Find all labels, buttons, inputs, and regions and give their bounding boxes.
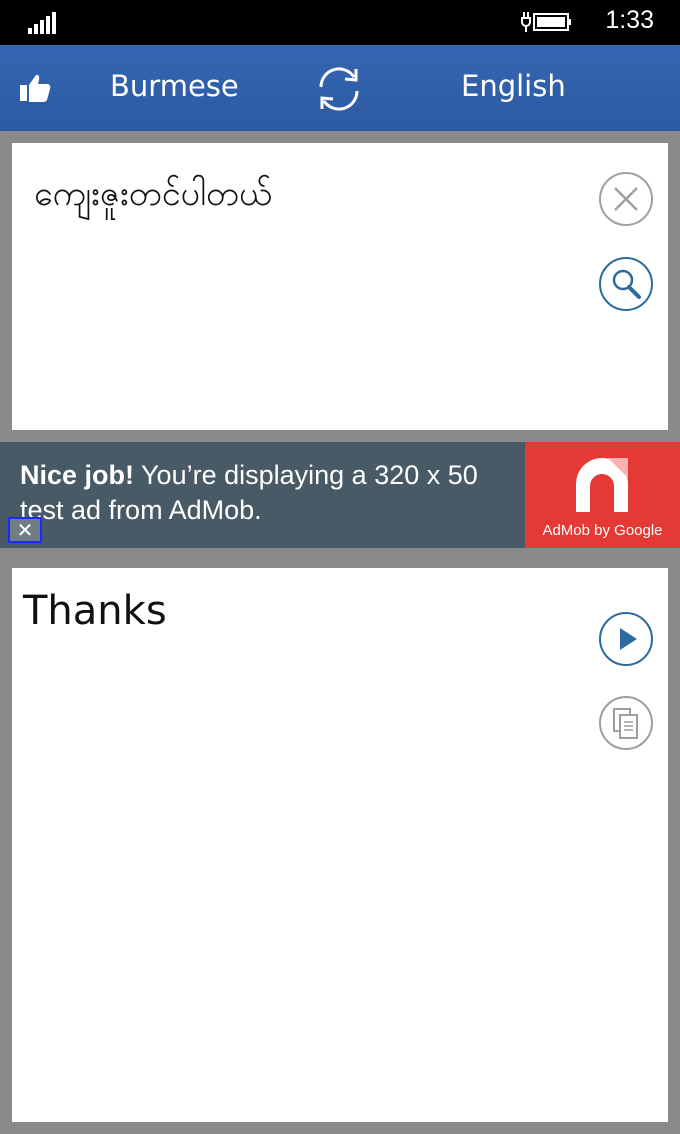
- copy-icon[interactable]: [598, 695, 654, 751]
- admob-logo[interactable]: AdMob by Google: [525, 442, 680, 548]
- close-icon[interactable]: [598, 171, 654, 227]
- source-language-button[interactable]: Burmese: [110, 69, 239, 103]
- search-icon[interactable]: [598, 256, 654, 312]
- battery-charging-icon: [521, 12, 571, 32]
- ad-close-button[interactable]: ✕: [8, 517, 42, 543]
- output-panel: Thanks: [12, 568, 668, 1122]
- status-bar: 1:33: [0, 0, 680, 45]
- swap-arrows-icon[interactable]: [312, 65, 366, 113]
- target-language-button[interactable]: English: [461, 69, 566, 103]
- language-header: Burmese English: [0, 45, 680, 131]
- ad-text[interactable]: Nice job! You’re displaying a 320 x 50 t…: [20, 458, 520, 528]
- close-icon: ✕: [16, 518, 34, 542]
- ad-banner[interactable]: Nice job! You’re displaying a 320 x 50 t…: [0, 442, 680, 548]
- admob-icon: [576, 458, 628, 512]
- admob-brand-text: AdMob by Google: [542, 522, 663, 539]
- signal-bars-icon: [28, 12, 56, 34]
- ad-headline: Nice job!: [20, 460, 135, 490]
- translated-text: Thanks: [23, 588, 167, 634]
- source-text-input[interactable]: ကျေးဇူးတင်ပါတယ်: [34, 171, 272, 222]
- thumbs-up-icon[interactable]: [18, 71, 52, 105]
- input-panel[interactable]: ကျေးဇူးတင်ပါတယ်: [12, 143, 668, 430]
- play-icon[interactable]: [598, 611, 654, 667]
- clock: 1:33: [605, 6, 654, 34]
